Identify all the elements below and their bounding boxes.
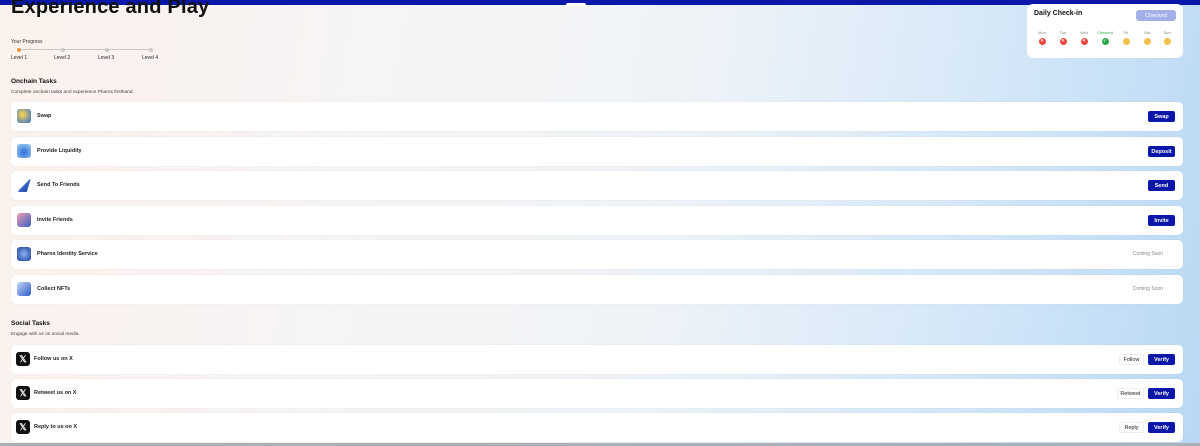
task-row-pharos-identity: Pharos Identity Service Coming Soon: [11, 240, 1183, 269]
coming-soon-label: Coming Soon: [1132, 251, 1163, 257]
coming-soon-label: Coming Soon: [1132, 286, 1163, 292]
progress-track: [19, 49, 151, 50]
level-3-dot: [105, 47, 109, 52]
x-icon: ✕: [1059, 38, 1067, 45]
level-3-label: Level 3: [98, 55, 115, 61]
send-icon: [17, 178, 31, 192]
social-tasks-title: Social Tasks: [11, 320, 50, 327]
check-icon: ✓: [1101, 38, 1109, 45]
top-bar-handle: [566, 3, 586, 7]
swap-icon: [17, 109, 31, 123]
task-label: Retweet us on X: [34, 390, 77, 396]
verify-button[interactable]: Verify: [1148, 354, 1175, 365]
deposit-button[interactable]: Deposit: [1148, 146, 1175, 157]
task-row-reply-x: 𝕏 Reply to us on X Reply Verify: [11, 413, 1183, 442]
identity-icon: [17, 247, 31, 261]
swap-button[interactable]: Swap: [1148, 111, 1175, 122]
level-1-label: Level 1: [11, 55, 28, 61]
follow-button[interactable]: Follow: [1119, 354, 1144, 365]
task-label: Swap: [37, 113, 52, 119]
task-label: Reply to us on X: [34, 424, 78, 430]
x-logo-icon: 𝕏: [16, 352, 30, 366]
task-label: Follow us on X: [34, 356, 73, 362]
x-logo-icon: 𝕏: [16, 420, 30, 434]
onchain-tasks-title: Onchain Tasks: [11, 78, 57, 85]
level-2-dot: [61, 47, 65, 52]
level-1-dot: [17, 47, 21, 52]
daily-checkin-card: Daily Check-in Checked Mon ✕ Tue ✕ Wed ✕ Ch…: [1027, 4, 1183, 58]
task-row-invite-friends: Invite Friends Invite: [11, 206, 1183, 235]
task-row-follow-x: 𝕏 Follow us on X Follow Verify: [11, 345, 1183, 374]
task-label: Send To Friends: [37, 182, 80, 188]
retweet-button[interactable]: Retweet: [1117, 388, 1144, 399]
task-label: Pharos Identity Service: [37, 251, 98, 257]
checked-button[interactable]: Checked: [1136, 10, 1176, 21]
task-row-swap: Swap Swap: [11, 102, 1183, 131]
day-name: Sun: [1163, 30, 1171, 35]
send-button[interactable]: Send: [1148, 180, 1175, 191]
invite-icon: [17, 213, 31, 227]
x-logo-icon: 𝕏: [16, 386, 30, 400]
coin-icon: [1143, 38, 1151, 45]
task-row-provide-liquidity: Provide Liquidity Deposit: [11, 137, 1183, 166]
verify-button[interactable]: Verify: [1148, 388, 1175, 399]
social-tasks-subtitle: Engage with us on social media.: [11, 332, 80, 337]
x-icon: ✕: [1080, 38, 1088, 45]
level-4-dot: [149, 47, 153, 52]
task-row-collect-nfts: Collect NFTs Coming Soon: [11, 275, 1183, 304]
reply-button[interactable]: Reply: [1119, 422, 1144, 433]
x-icon: ✕: [1038, 38, 1046, 45]
task-label: Invite Friends: [37, 217, 73, 223]
checkin-title: Daily Check-in: [1034, 10, 1083, 17]
task-row-send-to-friends: Send To Friends Send: [11, 171, 1183, 200]
onchain-tasks-subtitle: Complete onchain tasks and experience Ph…: [11, 90, 134, 95]
task-row-retweet-x: 𝕏 Retweet us on X Retweet Verify: [11, 379, 1183, 408]
task-label: Provide Liquidity: [37, 148, 82, 154]
coin-icon: [1163, 38, 1171, 45]
invite-button[interactable]: Invite: [1148, 215, 1175, 226]
progress-label: Your Progress: [11, 39, 43, 45]
level-2-label: Level 2: [54, 55, 71, 61]
nft-icon: [17, 282, 31, 296]
liquidity-icon: [17, 144, 31, 158]
day-sun: Sun: [1155, 30, 1179, 45]
task-label: Collect NFTs: [37, 286, 71, 292]
verify-button[interactable]: Verify: [1148, 422, 1175, 433]
page-title: Experience and Play: [11, 0, 210, 18]
level-4-label: Level 4: [142, 55, 159, 61]
coin-icon: [1122, 38, 1130, 45]
